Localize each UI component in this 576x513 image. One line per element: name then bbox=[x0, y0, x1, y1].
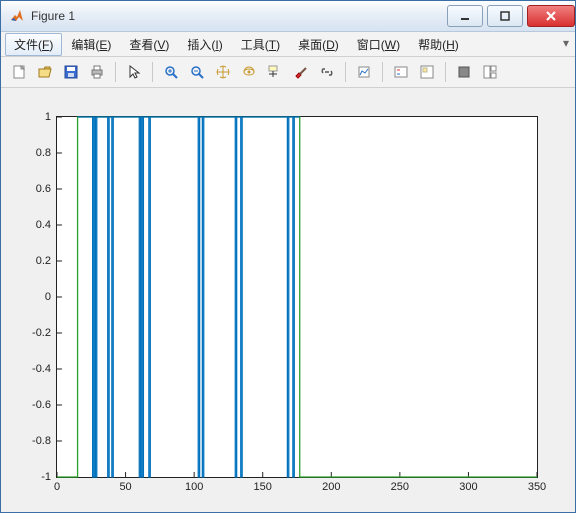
pointer-icon[interactable] bbox=[122, 60, 146, 84]
toolbar-separator bbox=[152, 62, 153, 82]
colorbar-icon[interactable] bbox=[352, 60, 376, 84]
titlebar[interactable]: Figure 1 bbox=[1, 1, 575, 32]
menu-edit[interactable]: 编辑(E) bbox=[62, 33, 120, 56]
new-figure-icon[interactable] bbox=[7, 60, 31, 84]
xtick: 50 bbox=[119, 481, 131, 493]
ytick: -0.2 bbox=[32, 327, 51, 339]
ytick: 0.2 bbox=[36, 255, 51, 267]
xtick: 250 bbox=[391, 481, 409, 493]
ytick: -0.6 bbox=[32, 399, 51, 411]
xtick: 150 bbox=[254, 481, 272, 493]
ytick: -0.8 bbox=[32, 435, 51, 447]
toolbar-separator bbox=[382, 62, 383, 82]
insert-axes-icon[interactable] bbox=[415, 60, 439, 84]
menu-file[interactable]: 文件(F) bbox=[5, 33, 62, 56]
menu-view[interactable]: 查看(V) bbox=[120, 33, 178, 56]
ytick: -1 bbox=[41, 471, 51, 483]
menu-help[interactable]: 帮助(H) bbox=[409, 33, 468, 56]
xtick: 350 bbox=[528, 481, 546, 493]
menu-overflow-icon[interactable]: ▾ bbox=[563, 36, 569, 50]
show-plot-tools-icon[interactable] bbox=[478, 60, 502, 84]
ytick: 0.8 bbox=[36, 147, 51, 159]
menu-insert[interactable]: 插入(I) bbox=[178, 33, 231, 56]
link-icon[interactable] bbox=[315, 60, 339, 84]
toolbar-separator bbox=[445, 62, 446, 82]
ytick: 1 bbox=[45, 111, 51, 123]
close-button[interactable] bbox=[527, 5, 575, 27]
toolbar bbox=[1, 57, 575, 88]
pan-icon[interactable] bbox=[211, 60, 235, 84]
matlab-icon bbox=[9, 8, 25, 24]
axes[interactable]: -1-0.8-0.6-0.4-0.200.20.40.60.8105010015… bbox=[56, 116, 538, 478]
menu-desktop[interactable]: 桌面(D) bbox=[289, 33, 348, 56]
chart-lines bbox=[57, 117, 537, 477]
toolbar-separator bbox=[115, 62, 116, 82]
toolbar-separator bbox=[345, 62, 346, 82]
print-icon[interactable] bbox=[85, 60, 109, 84]
maximize-button[interactable] bbox=[487, 5, 523, 27]
rotate3d-icon[interactable] bbox=[237, 60, 261, 84]
legend-icon[interactable] bbox=[389, 60, 413, 84]
figure-window: Figure 1 文件(F) 编辑(E) 查看(V) 插入(I) 工具(T) 桌… bbox=[0, 0, 576, 513]
datacursor-icon[interactable] bbox=[263, 60, 287, 84]
window-title: Figure 1 bbox=[31, 9, 75, 23]
xtick: 200 bbox=[322, 481, 340, 493]
xtick: 0 bbox=[54, 481, 60, 493]
menubar: 文件(F) 编辑(E) 查看(V) 插入(I) 工具(T) 桌面(D) 窗口(W… bbox=[1, 32, 575, 57]
minimize-button[interactable] bbox=[447, 5, 483, 27]
zoom-in-icon[interactable] bbox=[159, 60, 183, 84]
brush-icon[interactable] bbox=[289, 60, 313, 84]
menu-window[interactable]: 窗口(W) bbox=[348, 33, 409, 56]
ytick: 0.6 bbox=[36, 183, 51, 195]
xtick: 300 bbox=[459, 481, 477, 493]
open-icon[interactable] bbox=[33, 60, 57, 84]
ytick: 0.4 bbox=[36, 219, 51, 231]
save-icon[interactable] bbox=[59, 60, 83, 84]
zoom-out-icon[interactable] bbox=[185, 60, 209, 84]
xtick: 100 bbox=[185, 481, 203, 493]
plot-area[interactable]: -1 -0.8 -0.6 -0.4 -0.2 0 0.2 0.4 0.6 0.8 1 0 50 100 15… bbox=[1, 88, 575, 512]
ytick: -0.4 bbox=[32, 363, 51, 375]
hide-plot-tools-icon[interactable] bbox=[452, 60, 476, 84]
menu-tools[interactable]: 工具(T) bbox=[232, 33, 289, 56]
ytick: 0 bbox=[45, 291, 51, 303]
